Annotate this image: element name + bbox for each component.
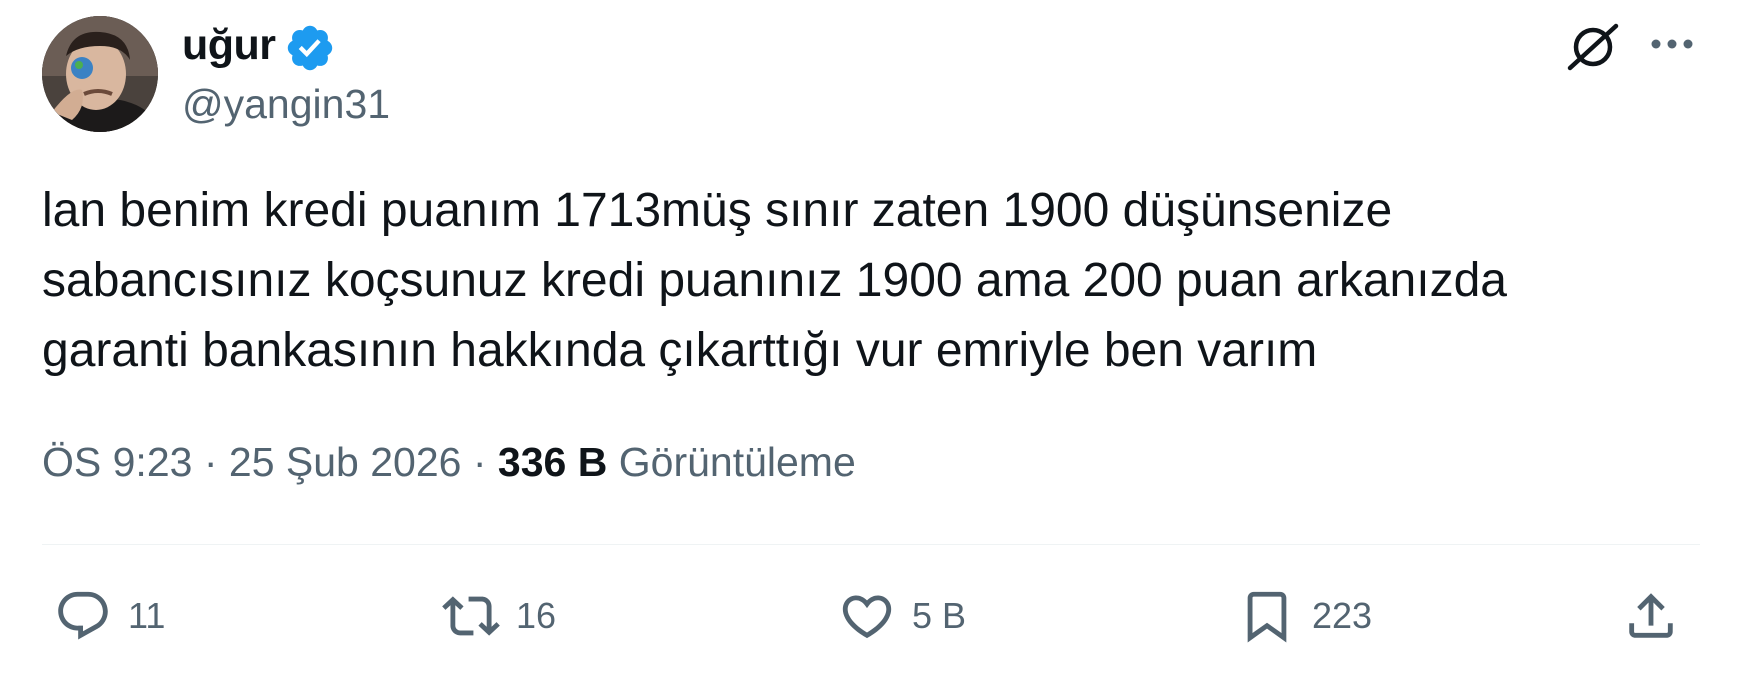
avatar-photo	[42, 16, 158, 132]
views-count: 336 B	[497, 439, 608, 485]
tweet-card: uğur @yangin31 lan benim kredi puanım 17…	[0, 0, 1750, 678]
tweet-meta: ÖS 9:23 · 25 Şub 2026 · 336 B Görüntülem…	[42, 432, 856, 492]
meta-separator: ·	[203, 439, 218, 485]
divider	[42, 544, 1700, 545]
tweet-text-line: garanti bankasının hakkında çıkarttığı v…	[42, 324, 1318, 377]
author-handle[interactable]: @yangin31	[182, 78, 390, 130]
tweet-text-line: sabancısınız koçsunuz kredi puanınız 190…	[42, 254, 1507, 307]
share-button[interactable]	[1622, 580, 1680, 652]
reply-icon	[58, 591, 108, 640]
retweet-icon	[442, 596, 500, 636]
like-count: 5 B	[912, 595, 967, 636]
meta-separator: ·	[472, 439, 487, 485]
tweet-date[interactable]: 25 Şub 2026	[229, 439, 462, 485]
bookmark-button[interactable]: 223	[1238, 580, 1372, 652]
verified-badge-icon	[287, 25, 333, 71]
reply-count: 11	[128, 595, 166, 636]
heart-icon	[842, 595, 892, 639]
bookmark-count: 223	[1312, 595, 1373, 636]
retweet-button[interactable]: 16	[442, 580, 556, 652]
share-icon	[1629, 593, 1673, 638]
grok-icon[interactable]	[1564, 18, 1622, 76]
tweet-text-line: lan benim kredi puanım 1713müş sınır zat…	[42, 184, 1393, 237]
bookmark-icon	[1247, 591, 1287, 643]
more-icon[interactable]	[1647, 26, 1697, 62]
reply-button[interactable]: 11	[54, 580, 165, 652]
like-button[interactable]: 5 B	[838, 580, 966, 652]
author-name[interactable]: uğur	[182, 18, 276, 72]
views-label: Görüntüleme	[618, 439, 856, 485]
retweet-count: 16	[516, 595, 557, 636]
tweet-text: lan benim kredi puanım 1713müş sınır zat…	[42, 176, 1692, 386]
avatar[interactable]	[42, 16, 158, 132]
tweet-time[interactable]: ÖS 9:23	[42, 439, 192, 485]
